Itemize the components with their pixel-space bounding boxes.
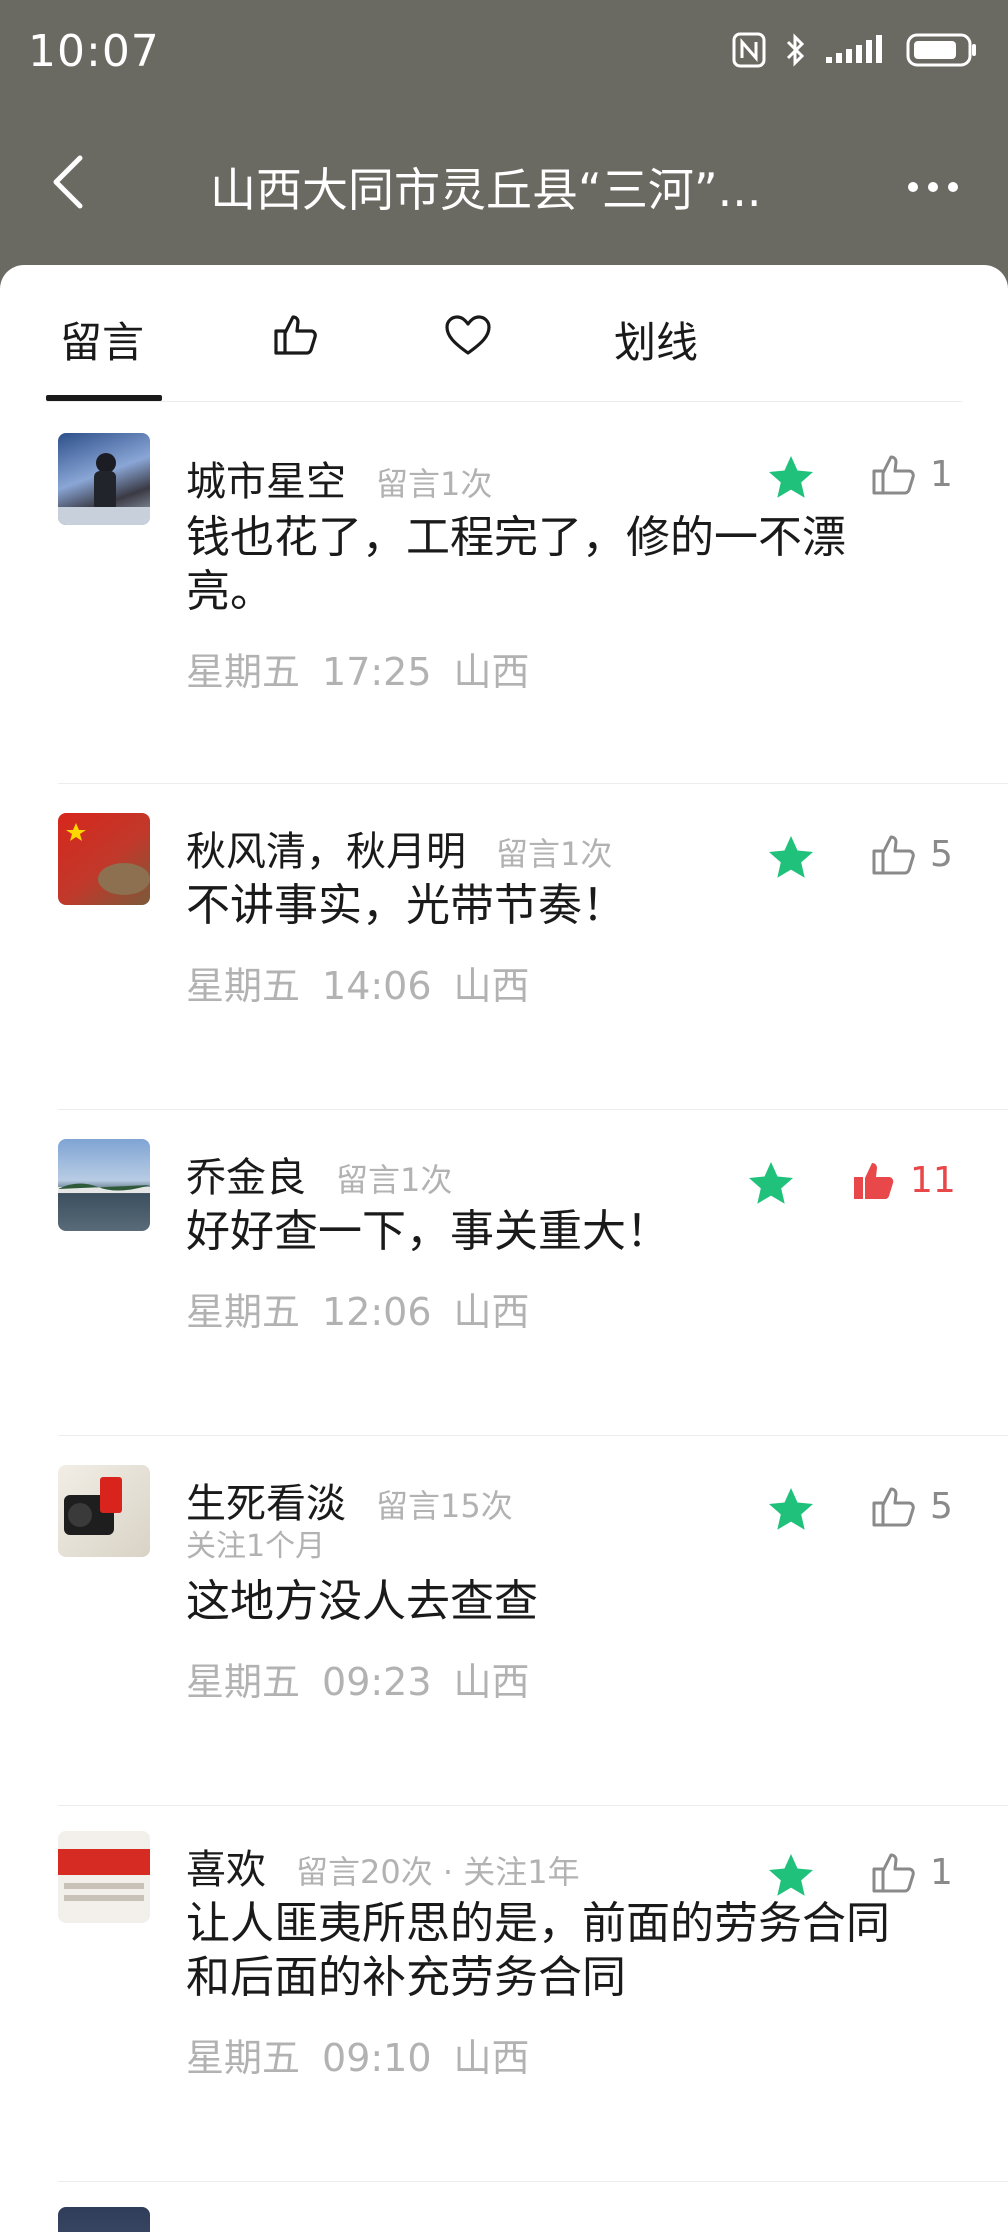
like-button[interactable]: 5 <box>870 1483 953 1529</box>
comment-count: 留言1次 <box>336 1161 453 1199</box>
like-button[interactable]: 11 <box>850 1157 956 1203</box>
comments-sheet: 留言 划线 城市星空 留言1次 1 钱也花了，工程完了，修的一不漂亮。 星期五 17… <box>0 265 1008 2232</box>
avatar[interactable] <box>58 1465 150 1557</box>
comment-count: 留言1次 <box>376 465 493 503</box>
avatar[interactable] <box>58 433 150 525</box>
avatar-image <box>66 823 150 895</box>
nfc-icon <box>732 32 766 68</box>
chevron-left-icon <box>53 155 83 209</box>
comment-info: 星期五 14:06 山西 <box>186 955 552 1010</box>
star-icon[interactable] <box>766 453 816 503</box>
comment-text: 这地方没人去查查 <box>186 1576 538 1627</box>
back-button[interactable] <box>48 152 108 222</box>
tab-favorites[interactable] <box>444 315 492 367</box>
star-icon[interactable] <box>766 833 816 883</box>
tabs-divider <box>46 401 962 402</box>
comment-text: 不讲事实，光带节奏！ <box>186 880 626 931</box>
signal-icon <box>826 35 882 63</box>
avatar[interactable] <box>58 813 150 905</box>
more-dot-icon <box>948 182 958 192</box>
comment-time: 12:06 <box>322 1290 432 1334</box>
comment-day: 星期五 <box>186 1660 301 1704</box>
comment-count: 留言15次 <box>376 1487 513 1525</box>
comment-info: 星期五 17:25 山西 <box>186 641 552 696</box>
comment-day: 星期五 <box>186 650 301 694</box>
like-count: 5 <box>930 1485 953 1527</box>
like-count: 11 <box>910 1159 956 1201</box>
comment-time: 09:23 <box>322 1660 432 1704</box>
comment-location: 山西 <box>453 2036 530 2080</box>
nickname[interactable]: 秋风清，秋月明 留言1次 <box>186 819 612 877</box>
tab-comments[interactable]: 留言 <box>60 309 144 370</box>
comment-time: 17:25 <box>322 650 432 694</box>
avatar-image <box>58 1183 150 1193</box>
comment-time: 14:06 <box>322 964 432 1008</box>
nickname[interactable]: 乔金良 留言1次 <box>186 1145 452 1203</box>
divider <box>58 1109 1008 1110</box>
thumbs-up-icon <box>274 315 317 355</box>
star-icon[interactable] <box>766 1485 816 1535</box>
comment-location: 山西 <box>453 1290 530 1334</box>
divider <box>58 1805 1008 1806</box>
like-button[interactable]: 1 <box>870 451 953 497</box>
page-title: 山西大同市灵丘县“三河”... <box>210 163 762 217</box>
like-count: 1 <box>930 453 953 495</box>
comment-day: 星期五 <box>186 1290 301 1334</box>
comment-day: 星期五 <box>186 964 301 1008</box>
status-time: 10:07 <box>28 26 160 77</box>
bluetooth-icon <box>786 33 805 67</box>
comment-text: 钱也花了，工程完了，修的一不漂亮。 <box>186 512 846 617</box>
like-count: 5 <box>930 833 953 875</box>
comment-time: 09:10 <box>322 2036 432 2080</box>
divider <box>58 1435 1008 1436</box>
avatar[interactable] <box>58 1831 150 1923</box>
comment-info: 星期五 09:23 山西 <box>186 1651 552 1706</box>
tab-underline[interactable]: 划线 <box>614 309 698 370</box>
nickname-text: 城市星空 <box>186 459 346 505</box>
comment-text: 好好查一下，事关重大！ <box>186 1206 670 1257</box>
nickname-text: 秋风清，秋月明 <box>186 829 466 875</box>
avatar-image <box>58 1849 150 1901</box>
like-count: 1 <box>930 1851 953 1893</box>
comment-location: 山西 <box>453 964 530 1008</box>
divider <box>58 2181 1008 2182</box>
avatar[interactable] <box>58 1139 150 1231</box>
comment-count: 留言1次 <box>496 835 613 873</box>
comment-location: 山西 <box>453 650 530 694</box>
nickname[interactable]: 喜欢 留言20次 · 关注1年 <box>186 1837 580 1895</box>
status-bar: 10:07 <box>0 0 1008 110</box>
heart-icon <box>445 315 491 355</box>
avatar-image <box>58 453 150 525</box>
like-button[interactable]: 5 <box>870 831 953 877</box>
more-button[interactable] <box>908 182 958 192</box>
thumbs-up-icon <box>872 1853 915 1893</box>
nickname-text: 喜欢 <box>186 1847 266 1893</box>
more-dot-icon <box>908 182 918 192</box>
battery-icon <box>906 33 976 67</box>
comment-location: 山西 <box>453 1660 530 1704</box>
avatar[interactable] <box>58 2207 150 2232</box>
tab-likes[interactable] <box>272 311 320 367</box>
nickname-text: 乔金良 <box>186 1155 306 1201</box>
comment-text: 让人匪夷所思的是，前面的劳务合同和后面的补充劳务合同 <box>186 1898 890 2003</box>
thumbs-up-icon <box>872 835 915 875</box>
thumbs-up-icon <box>872 455 915 495</box>
avatar-image <box>64 1477 122 1535</box>
star-icon[interactable] <box>766 1851 816 1901</box>
more-dot-icon <box>928 182 938 192</box>
nav-bar: 山西大同市灵丘县“三河”... <box>0 110 1008 260</box>
comment-info: 星期五 09:10 山西 <box>186 2027 552 2082</box>
star-icon[interactable] <box>746 1159 796 1209</box>
thumbs-up-filled-icon <box>854 1163 894 1199</box>
comment-info: 星期五 12:06 山西 <box>186 1281 552 1336</box>
tab-bar: 留言 划线 <box>0 265 1008 403</box>
divider <box>58 783 1008 784</box>
comment-count: 留言20次 · 关注1年 <box>296 1853 580 1891</box>
nickname[interactable]: 城市星空 留言1次 <box>186 449 492 507</box>
follow-duration: 关注1个月 <box>186 1529 326 1564</box>
status-icons <box>732 32 978 68</box>
comment-day: 星期五 <box>186 2036 301 2080</box>
like-button[interactable]: 1 <box>870 1849 953 1895</box>
thumbs-up-icon <box>872 1487 915 1527</box>
